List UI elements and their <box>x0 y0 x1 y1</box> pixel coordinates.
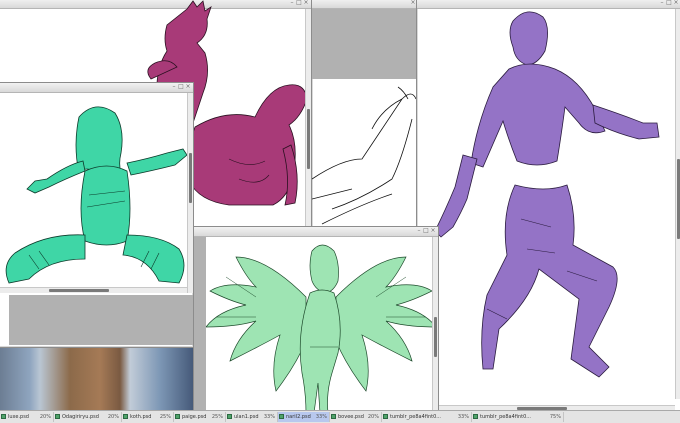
close-icon[interactable]: × <box>430 228 436 234</box>
doc-tab-zoom: 20% <box>107 414 119 420</box>
doc-tab-filename: tumblr_pe8a4fint0... <box>390 414 442 420</box>
doc-tab-zoom: 20% <box>367 414 379 420</box>
canvas-window-green[interactable]: – □ × <box>193 226 439 414</box>
maximize-icon[interactable]: □ <box>666 0 672 6</box>
doc-tab-tumblr-2[interactable]: tumblr_pe8a4fint0... 75% <box>472 412 564 422</box>
canvas-window-purple[interactable]: – □ × <box>416 0 680 412</box>
doc-tab-paige[interactable]: paige.psd 25% <box>174 412 226 422</box>
psd-file-icon <box>123 414 128 419</box>
canvas-window-lineart[interactable]: × <box>311 0 419 228</box>
artwork-green-winged-character <box>206 244 432 413</box>
scroll-thumb[interactable] <box>49 289 109 292</box>
doc-tab-zoom: 33% <box>315 414 327 420</box>
doc-tab-zoom: 25% <box>159 414 171 420</box>
psd-file-icon <box>227 414 232 419</box>
psd-file-icon <box>383 414 388 419</box>
scroll-thumb[interactable] <box>434 317 437 357</box>
doc-tab-luxe[interactable]: luxe.psd 20% <box>0 412 54 422</box>
doc-tab-filename: tumblr_pe8a4fint0... <box>480 414 532 420</box>
doc-tab-bovee[interactable]: bovee.psd 20% <box>330 412 382 422</box>
document-tab-bar: luxe.psd 20% Odagiriryu.psd 20% koth.psd… <box>0 410 680 423</box>
scroll-thumb[interactable] <box>189 153 192 203</box>
vertical-scrollbar[interactable] <box>432 237 438 413</box>
close-icon[interactable]: × <box>673 0 679 6</box>
doc-tab-zoom: 33% <box>457 414 469 420</box>
doc-tab-koth[interactable]: koth.psd 25% <box>122 412 174 422</box>
doc-tab-filename: luxe.psd <box>8 414 29 420</box>
doc-tab-filename: ulan1.psd <box>234 414 259 420</box>
doc-tab-filename: naril2.psd <box>286 414 311 420</box>
doc-tab-filename: paige.psd <box>182 414 207 420</box>
scroll-thumb[interactable] <box>307 109 310 169</box>
doc-tab-ulan1[interactable]: ulan1.psd 33% <box>226 412 278 422</box>
minimize-icon[interactable]: – <box>659 0 665 6</box>
doc-tab-zoom: 20% <box>39 414 51 420</box>
horizontal-scrollbar[interactable] <box>0 287 187 293</box>
canvas-gray-area <box>194 237 206 413</box>
artwork-purple-character <box>434 11 660 378</box>
doc-tab-zoom: 33% <box>263 414 275 420</box>
desktop-background-photo <box>0 345 200 410</box>
doc-tab-tumblr-1[interactable]: tumblr_pe8a4fint0... 33% <box>382 412 472 422</box>
close-icon[interactable]: × <box>185 84 191 90</box>
minimize-icon[interactable]: – <box>171 84 177 90</box>
minimize-icon[interactable]: – <box>416 228 422 234</box>
artwork-teal-character <box>5 106 188 284</box>
doc-tab-filename: Odagiriryu.psd <box>62 414 99 420</box>
doc-tab-filename: bovee.psd <box>338 414 364 420</box>
titlebar[interactable]: × <box>312 0 418 9</box>
psd-file-icon <box>331 414 336 419</box>
doc-tab-zoom: 75% <box>549 414 561 420</box>
titlebar[interactable]: – □ × <box>194 227 438 237</box>
doc-tab-zoom: 25% <box>211 414 223 420</box>
maximize-icon[interactable]: □ <box>178 84 184 90</box>
psd-file-icon <box>279 414 284 419</box>
titlebar[interactable]: – □ × <box>0 83 193 93</box>
maximize-icon[interactable]: □ <box>423 228 429 234</box>
canvas-window-teal[interactable]: – □ × <box>0 82 194 348</box>
artwork-lineart <box>312 86 417 225</box>
psd-file-icon <box>473 414 478 419</box>
vertical-scrollbar[interactable] <box>675 9 680 399</box>
canvas-gray-area <box>312 9 418 79</box>
psd-file-icon <box>1 414 6 419</box>
psd-file-icon <box>175 414 180 419</box>
canvas-gray-area <box>9 295 193 345</box>
psd-file-icon <box>55 414 60 419</box>
titlebar[interactable]: – □ × <box>417 0 680 9</box>
doc-tab-odagiriryu[interactable]: Odagiriryu.psd 20% <box>54 412 122 422</box>
doc-tab-filename: koth.psd <box>130 414 152 420</box>
doc-tab-naril2[interactable]: naril2.psd 33% <box>278 412 330 422</box>
